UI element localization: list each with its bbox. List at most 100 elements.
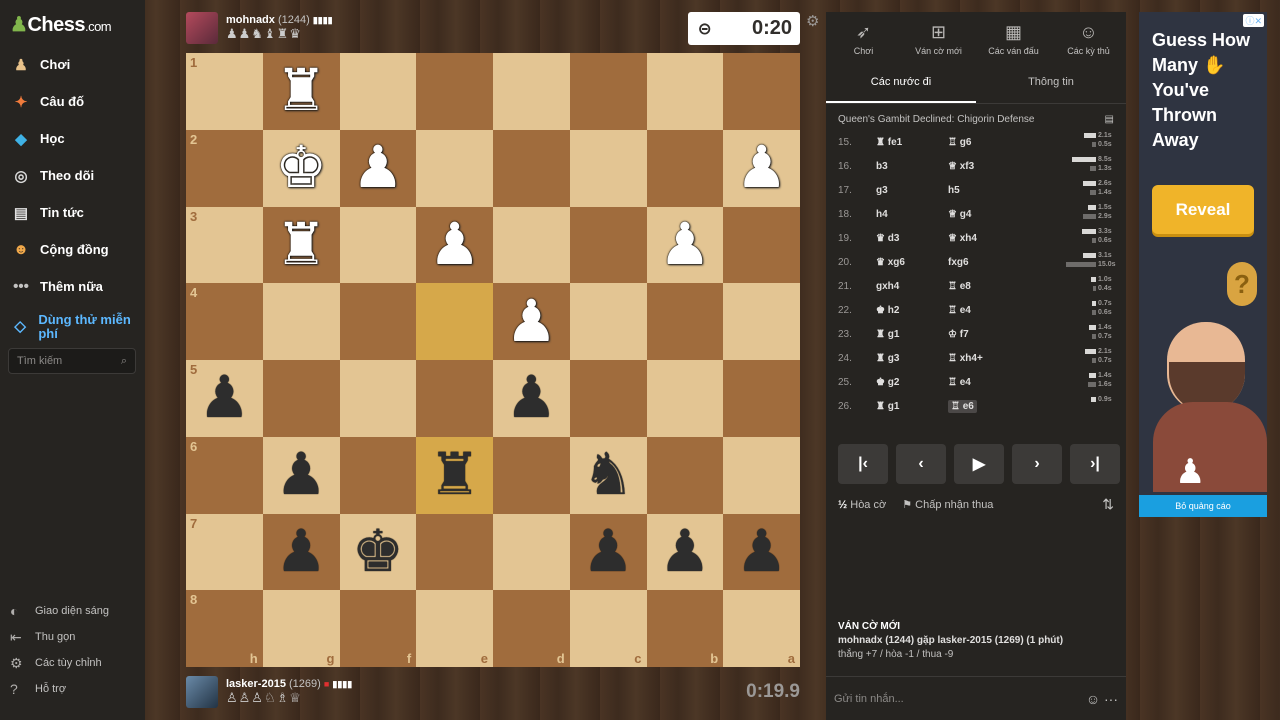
- next-move-button[interactable]: ›: [1012, 444, 1062, 484]
- black-move[interactable]: ♕ xf3: [948, 161, 1028, 172]
- black-piece[interactable]: ♜: [429, 446, 481, 504]
- black-piece[interactable]: ♟: [505, 369, 557, 427]
- black-move[interactable]: ♕ xh4: [948, 233, 1028, 244]
- white-move[interactable]: ♜ g3: [868, 353, 948, 364]
- avatar[interactable]: [186, 676, 218, 708]
- board-square[interactable]: [339, 436, 417, 514]
- board-square[interactable]: ♚: [339, 513, 417, 591]
- board-square[interactable]: [646, 53, 724, 130]
- black-piece[interactable]: ♟: [659, 522, 711, 581]
- board-square[interactable]: [416, 53, 493, 130]
- draw-button[interactable]: ½ Hòa cờ: [838, 499, 886, 511]
- board-square[interactable]: [569, 206, 647, 284]
- board-square[interactable]: [416, 129, 493, 207]
- more-icon[interactable]: ···: [1104, 691, 1118, 707]
- sidebar-item-7[interactable]: ◇ Dùng thử miễn phí: [0, 305, 145, 349]
- white-piece[interactable]: ♟: [352, 139, 404, 197]
- white-move[interactable]: gxh4: [868, 281, 948, 292]
- player-name[interactable]: lasker-2015: [226, 678, 286, 690]
- sidebar-item-2[interactable]: ◆ Học: [0, 120, 145, 157]
- board-square[interactable]: d: [493, 590, 570, 667]
- black-piece[interactable]: ♟: [275, 522, 327, 581]
- board-square[interactable]: ♟: [493, 283, 570, 360]
- black-piece[interactable]: ♟: [582, 522, 634, 581]
- board-square[interactable]: ♟: [262, 436, 340, 514]
- white-move[interactable]: ♛ xg6: [868, 257, 948, 268]
- board-square[interactable]: [339, 283, 417, 360]
- white-move[interactable]: ♜ g1: [868, 401, 948, 412]
- board-square[interactable]: ♟: [723, 513, 800, 591]
- prev-move-button[interactable]: ‹: [896, 444, 946, 484]
- white-move[interactable]: h4: [868, 209, 948, 220]
- chat-input[interactable]: Gửi tin nhắn... ☺ ···: [826, 676, 1126, 720]
- board-square[interactable]: f: [339, 590, 417, 667]
- white-piece[interactable]: ♟: [505, 292, 557, 351]
- white-piece[interactable]: ♟: [429, 215, 481, 274]
- white-move[interactable]: ♜ fe1: [868, 137, 948, 148]
- last-move-button[interactable]: ›|: [1070, 444, 1120, 484]
- board-square[interactable]: a: [723, 590, 800, 667]
- board-square[interactable]: [262, 283, 340, 360]
- sidebar-item-1[interactable]: ✦ Câu đố: [0, 83, 145, 120]
- board-square[interactable]: ♜: [262, 206, 340, 284]
- black-move[interactable]: ♖ e6: [948, 399, 1028, 413]
- first-move-button[interactable]: |‹: [838, 444, 888, 484]
- board-square[interactable]: b: [646, 590, 724, 667]
- black-piece[interactable]: ♞: [582, 446, 634, 504]
- board-square[interactable]: ♟: [569, 513, 647, 591]
- board-square[interactable]: 8h: [186, 590, 263, 667]
- board-square[interactable]: 6: [186, 436, 263, 514]
- board-square[interactable]: [646, 436, 724, 514]
- board-square[interactable]: [493, 513, 570, 591]
- footer-item-1[interactable]: ⇤ Thu gọn: [10, 624, 109, 650]
- gear-icon[interactable]: ⚙: [806, 12, 819, 30]
- white-move[interactable]: g3: [868, 185, 948, 196]
- black-move[interactable]: ♖ g6: [948, 137, 1028, 148]
- ad-info-icon[interactable]: ⓘ✕: [1243, 14, 1264, 27]
- board-square[interactable]: ♟: [646, 513, 724, 591]
- board-square[interactable]: g: [262, 590, 340, 667]
- white-piece[interactable]: ♟: [659, 215, 711, 274]
- board-square[interactable]: [493, 129, 570, 207]
- board-square[interactable]: ♟: [646, 206, 724, 284]
- footer-item-3[interactable]: ? Hỗ trợ: [10, 676, 109, 702]
- board-square[interactable]: ♜: [416, 436, 493, 514]
- board-square[interactable]: ♟: [262, 513, 340, 591]
- board-square[interactable]: [723, 206, 800, 284]
- board-square[interactable]: [723, 53, 800, 130]
- footer-item-2[interactable]: ⚙ Các tùy chỉnh: [10, 650, 109, 676]
- board-square[interactable]: [569, 283, 647, 360]
- board-square[interactable]: [416, 283, 493, 360]
- white-move[interactable]: b3: [868, 161, 948, 172]
- black-piece[interactable]: ♟: [736, 522, 788, 581]
- white-move[interactable]: ♚ h2: [868, 305, 948, 316]
- board-square[interactable]: [416, 360, 493, 437]
- sidebar-item-0[interactable]: ♟ Chơi: [0, 46, 145, 83]
- tab-moves[interactable]: Các nước đi: [826, 66, 976, 103]
- white-move[interactable]: ♛ d3: [868, 233, 948, 244]
- sidebar-item-5[interactable]: ☻ Cộng đồng: [0, 231, 145, 268]
- white-piece[interactable]: ♜: [275, 215, 327, 274]
- panel-tab-3[interactable]: ☺ Các kỳ thủ: [1051, 12, 1126, 66]
- board-square[interactable]: 1: [186, 53, 263, 130]
- board-square[interactable]: [493, 206, 570, 284]
- board-square[interactable]: ♟: [416, 206, 493, 284]
- white-piece[interactable]: ♜: [275, 62, 327, 120]
- sidebar-item-4[interactable]: ▤ Tin tức: [0, 194, 145, 231]
- board-square[interactable]: c: [569, 590, 647, 667]
- tab-info[interactable]: Thông tin: [976, 66, 1126, 103]
- resign-button[interactable]: ⚑ Chấp nhận thua: [902, 498, 993, 511]
- search-input[interactable]: Tìm kiếm ⌕: [8, 348, 136, 374]
- white-piece[interactable]: ♚: [275, 139, 327, 197]
- board-square[interactable]: [646, 283, 724, 360]
- board-square[interactable]: [569, 360, 647, 437]
- sidebar-item-3[interactable]: ◎ Theo dõi: [0, 157, 145, 194]
- player-name[interactable]: mohnadx: [226, 14, 275, 26]
- board-square[interactable]: [723, 283, 800, 360]
- black-piece[interactable]: ♟: [198, 369, 250, 427]
- board-square[interactable]: [339, 53, 417, 130]
- board-square[interactable]: e: [416, 590, 493, 667]
- board-square[interactable]: 5 ♟: [186, 360, 263, 437]
- board-square[interactable]: ♟: [493, 360, 570, 437]
- white-move[interactable]: ♚ g2: [868, 377, 948, 388]
